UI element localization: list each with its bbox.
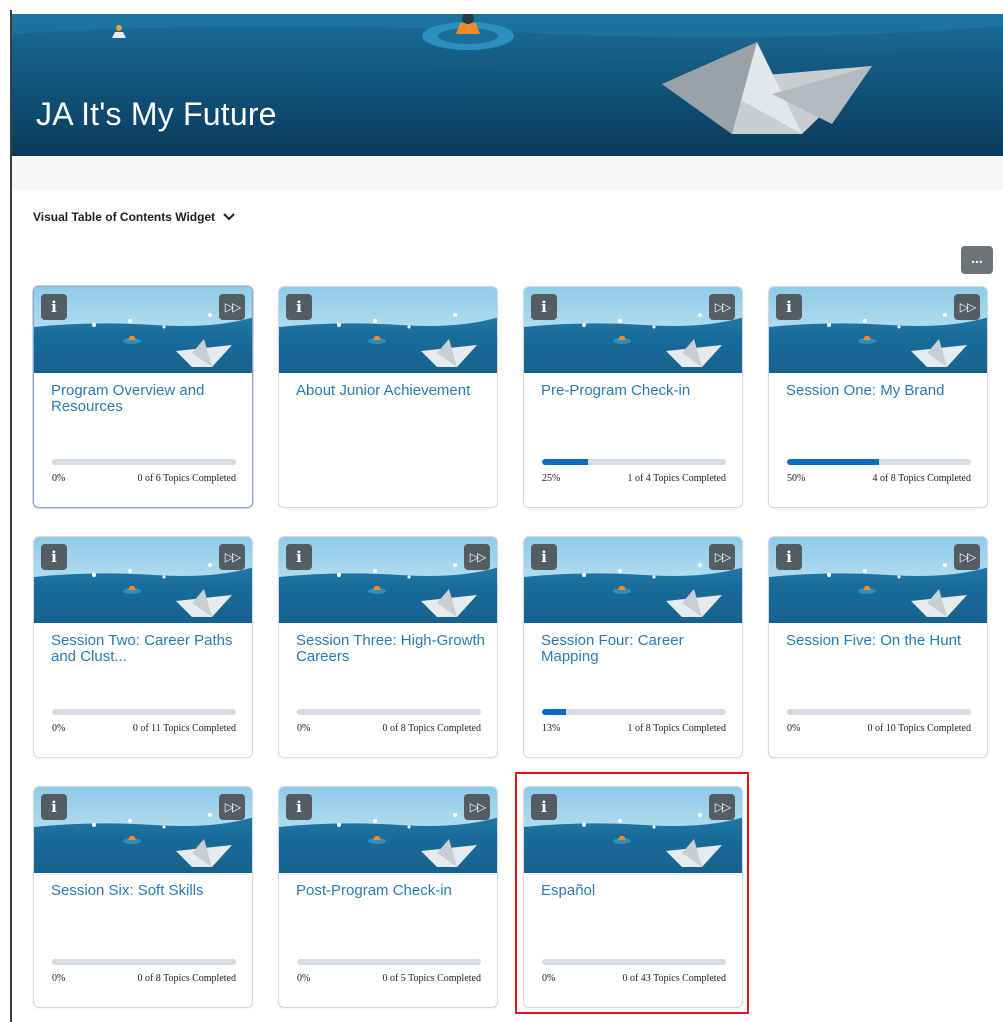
module-card[interactable]: i ▷▷ Session Five: On the Hunt 0% 0 of 10 … [768, 536, 988, 758]
widget-title: Visual Table of Contents Widget [33, 210, 216, 224]
topics-completed: 4 of 8 Topics Completed [872, 473, 971, 484]
progress-fill [787, 459, 879, 465]
progress-fill [542, 459, 588, 465]
top-rule [0, 0, 1003, 10]
progress-percent: 0% [52, 723, 66, 734]
module-card[interactable]: i ▷▷ Program Overview and Resources 0% 0 o… [33, 286, 253, 508]
skip-forward-button[interactable]: ▷▷ [709, 294, 735, 320]
info-button[interactable]: i [776, 544, 802, 570]
widget-header[interactable]: Visual Table of Contents Widget [33, 210, 235, 224]
progress-bar [542, 709, 726, 715]
topics-completed: 0 of 11 Topics Completed [132, 723, 236, 734]
topics-completed: 1 of 4 Topics Completed [627, 473, 726, 484]
module-card[interactable]: i ▷▷ Session Six: Soft Skills 0% 0 of 8 To… [33, 786, 253, 1008]
info-button[interactable]: i [531, 544, 557, 570]
info-button[interactable]: i [286, 544, 312, 570]
module-card[interactable]: i ▷▷ Session Two: Career Paths and Clust..… [33, 536, 253, 758]
progress-fill [542, 709, 566, 715]
skip-forward-button[interactable]: ▷▷ [709, 544, 735, 570]
topics-completed: 0 of 10 Topics Completed [867, 723, 971, 734]
topics-completed: 0 of 8 Topics Completed [137, 973, 236, 984]
progress-bar [52, 959, 236, 965]
module-title[interactable]: Program Overview and Resources [51, 383, 241, 415]
progress-bar [787, 459, 971, 465]
progress-bar [52, 709, 236, 715]
topics-completed: 0 of 5 Topics Completed [382, 973, 481, 984]
course-banner: JA It's My Future [12, 14, 1003, 156]
module-title[interactable]: Session Four: Career Mapping [541, 633, 731, 665]
info-button[interactable]: i [531, 294, 557, 320]
progress-bar [542, 459, 726, 465]
skip-forward-button[interactable]: ▷▷ [219, 794, 245, 820]
progress-percent: 0% [787, 723, 801, 734]
info-button[interactable]: i [41, 294, 67, 320]
highlight-box [515, 772, 749, 1014]
topics-completed: 0 of 8 Topics Completed [382, 723, 481, 734]
info-button[interactable]: i [41, 544, 67, 570]
chevron-down-icon[interactable] [223, 213, 235, 221]
progress-percent: 25% [542, 473, 561, 484]
ocean-boat-illustration [12, 14, 1003, 156]
progress-bar [787, 709, 971, 715]
module-card[interactable]: i ▷▷ Post-Program Check-in 0% 0 of 5 Topic… [278, 786, 498, 1008]
module-card[interactable]: i ▷▷ Session One: My Brand 50% 4 of 8 Topi… [768, 286, 988, 508]
progress-percent: 0% [52, 973, 66, 984]
topics-completed: 0 of 6 Topics Completed [137, 473, 236, 484]
skip-forward-button[interactable]: ▷▷ [464, 544, 490, 570]
progress-bar [297, 709, 481, 715]
module-title[interactable]: Session One: My Brand [786, 383, 976, 399]
module-title[interactable]: Pre-Program Check-in [541, 383, 731, 399]
skip-forward-button[interactable]: ▷▷ [464, 794, 490, 820]
course-title: JA It's My Future [36, 96, 277, 132]
info-button[interactable]: i [286, 294, 312, 320]
skip-forward-button[interactable]: ▷▷ [954, 294, 980, 320]
module-title[interactable]: Session Three: High-Growth Careers [296, 633, 486, 665]
progress-percent: 0% [297, 723, 311, 734]
module-title[interactable]: Session Six: Soft Skills [51, 883, 241, 899]
progress-percent: 13% [542, 723, 561, 734]
module-card[interactable]: i ▷▷ Session Three: High-Growth Careers 0%… [278, 536, 498, 758]
info-button[interactable]: i [286, 794, 312, 820]
info-button[interactable]: i [41, 794, 67, 820]
progress-percent: 50% [787, 473, 806, 484]
module-card[interactable]: i About Junior Achievement [278, 286, 498, 508]
more-options-button[interactable]: ... [961, 246, 993, 274]
module-title[interactable]: Post-Program Check-in [296, 883, 486, 899]
topics-completed: 1 of 8 Topics Completed [627, 723, 726, 734]
progress-percent: 0% [297, 973, 311, 984]
skip-forward-button[interactable]: ▷▷ [219, 294, 245, 320]
module-card[interactable]: i ▷▷ Pre-Program Check-in 25% 1 of 4 Topic… [523, 286, 743, 508]
progress-bar [297, 959, 481, 965]
progress-percent: 0% [52, 473, 66, 484]
module-title[interactable]: Session Two: Career Paths and Clust... [51, 633, 241, 665]
module-title[interactable]: About Junior Achievement [296, 383, 486, 399]
toolbar-strip [12, 156, 1003, 190]
module-card[interactable]: i ▷▷ Session Four: Career Mapping 13% 1 of… [523, 536, 743, 758]
progress-bar [52, 459, 236, 465]
module-title[interactable]: Session Five: On the Hunt [786, 633, 976, 649]
skip-forward-button[interactable]: ▷▷ [219, 544, 245, 570]
info-button[interactable]: i [776, 294, 802, 320]
skip-forward-button[interactable]: ▷▷ [954, 544, 980, 570]
